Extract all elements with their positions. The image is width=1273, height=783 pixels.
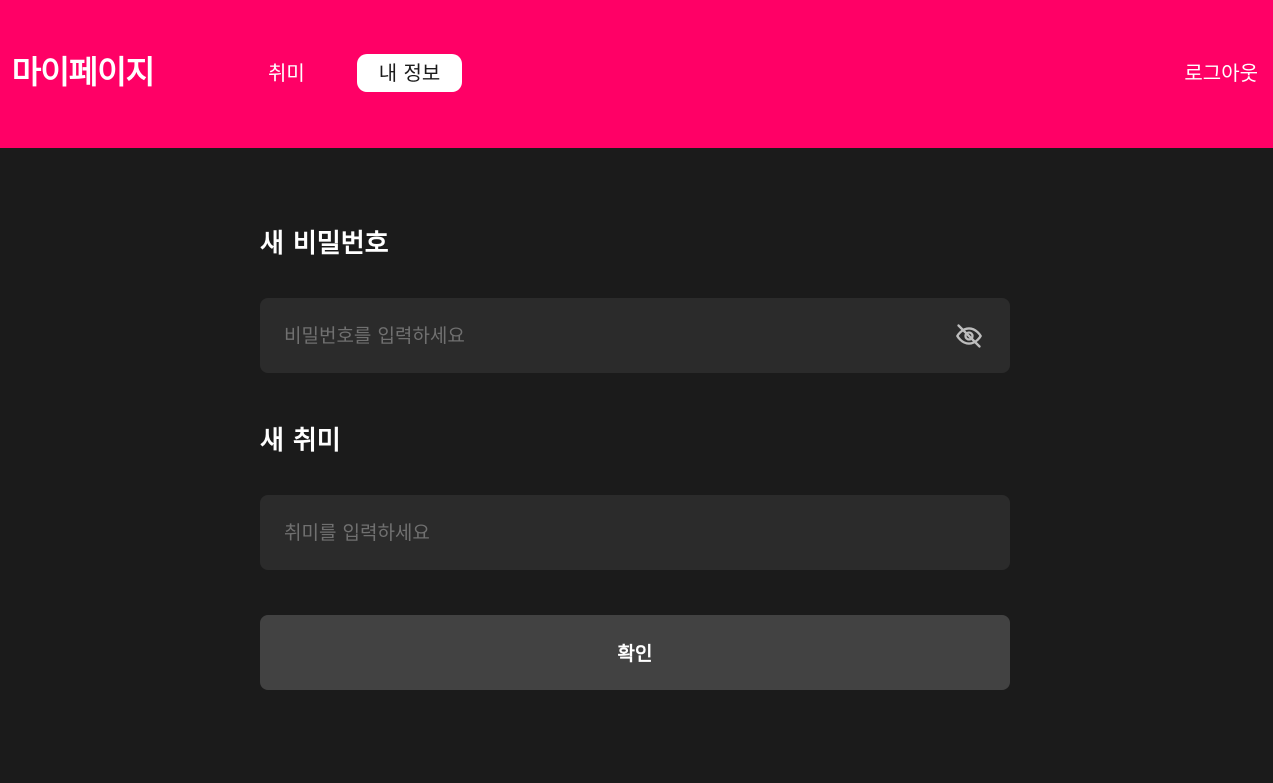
hobby-input[interactable]: [260, 495, 1010, 570]
confirm-button[interactable]: 확인: [260, 615, 1010, 690]
hobby-field-container: [260, 495, 1010, 570]
brand-title: 마이페이지: [12, 53, 155, 91]
password-label: 새 비밀번호: [260, 229, 389, 259]
logout-button[interactable]: 로그아웃: [1184, 54, 1258, 92]
hobby-label: 새 취미: [260, 426, 341, 456]
password-field-container: [260, 298, 1010, 373]
password-input[interactable]: [260, 298, 1010, 373]
tab-hobby[interactable]: 취미: [268, 54, 305, 92]
eye-off-icon[interactable]: [954, 322, 984, 350]
tab-my-info[interactable]: 내 정보: [357, 54, 462, 92]
top-header: 마이페이지 취미 내 정보 로그아웃: [0, 0, 1273, 148]
